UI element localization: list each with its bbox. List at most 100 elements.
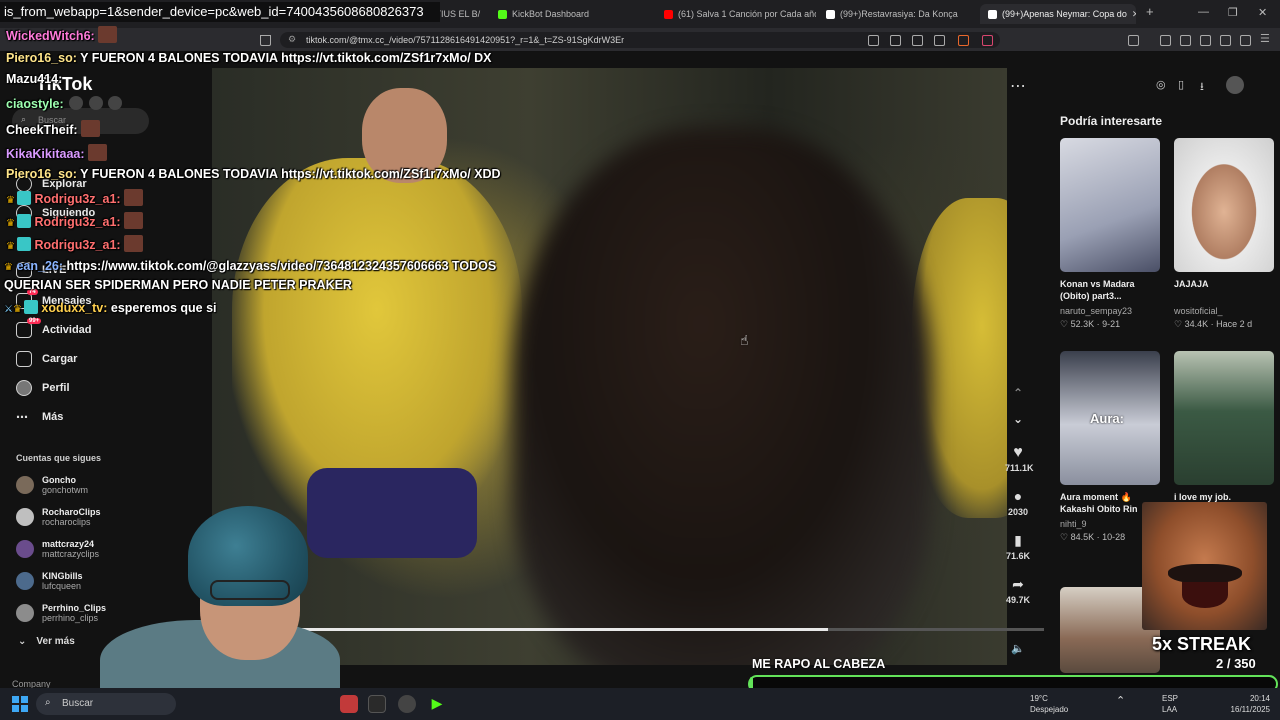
avatar[interactable]	[1226, 76, 1244, 94]
sidebar-item-perfil[interactable]: Perfil	[16, 378, 70, 398]
chat-username: Rodrigu3z_a1:	[34, 192, 121, 206]
following-item[interactable]: RocharoClips rocharoclips	[16, 502, 101, 532]
comment-button[interactable]: ● 2030	[1005, 488, 1031, 517]
share-button[interactable]: ➦ 49.7K	[1005, 576, 1031, 605]
browser-tab-4[interactable]: (99+)Restavrasiya: Da Konça	[818, 4, 978, 24]
recommended-video[interactable]: JAJAJA wositoficial_ ♡ 34.4K · Hace 2 d	[1174, 138, 1274, 330]
chat-emote-icon	[108, 96, 123, 110]
sidebar-item-cargar[interactable]: Cargar	[16, 349, 77, 369]
following-handle: lufcqueen	[42, 581, 82, 591]
rewards-icon[interactable]	[982, 35, 993, 46]
new-tab-button[interactable]: +	[1146, 4, 1154, 19]
share-arrow-icon: ➦	[1012, 576, 1024, 592]
video-more-options-icon[interactable]: ⋯	[1010, 76, 1026, 96]
kick-icon[interactable]: ▶	[428, 695, 446, 713]
menu-icon[interactable]: ☰	[1260, 32, 1271, 45]
crown-badge-icon: ♛	[6, 195, 15, 206]
like-button[interactable]: ♥ 711.1K	[1005, 444, 1034, 473]
chat-username: Piero16_so:	[6, 167, 77, 181]
save-button[interactable]: ▮ 71.6K	[1005, 532, 1031, 561]
nav-label: Más	[42, 411, 64, 423]
video-progress-bar[interactable]	[212, 628, 1044, 631]
recommended-video[interactable]: i love my job.	[1174, 351, 1274, 515]
chat-message: Mazu414:	[6, 72, 62, 86]
clock[interactable]: 20:14 16/11/2025	[1228, 693, 1270, 715]
hand-cursor-icon: ☝	[740, 332, 749, 348]
following-item[interactable]: Goncho gonchotwm	[16, 470, 88, 500]
download-icon[interactable]: ⭳	[1200, 78, 1204, 97]
weather-widget[interactable]: 19°C Despejado	[1030, 693, 1068, 715]
sidebar-item-actividad[interactable]: 99+ Actividad	[16, 318, 92, 340]
chat-username: ean_26:	[16, 259, 64, 273]
sub-badge-icon	[16, 191, 31, 205]
meme-mouth	[1182, 582, 1228, 608]
extensions-icon[interactable]	[1220, 35, 1231, 46]
youtube-favicon-icon	[664, 9, 673, 19]
windows-start-icon[interactable]	[12, 696, 28, 712]
chat-emote-icon	[87, 144, 107, 161]
split-view-icon[interactable]	[1180, 35, 1191, 46]
video-thumbnail	[1174, 138, 1274, 272]
maximize-icon[interactable]: ❐	[1228, 6, 1238, 19]
tab-close-icon[interactable]: ✕	[1132, 9, 1136, 20]
brave-shield-icon[interactable]	[958, 35, 969, 46]
music-icon[interactable]	[1160, 35, 1171, 46]
language-indicator[interactable]: ESP LAA	[1162, 693, 1178, 715]
vpn-icon[interactable]	[1240, 35, 1251, 46]
device-icon[interactable]: ▯	[1178, 78, 1184, 91]
profile-icon	[16, 380, 32, 396]
recommended-video[interactable]: Konan vs Madara (Obito) part3... naruto_…	[1060, 138, 1160, 330]
taskbar-search[interactable]: ⌕ Buscar	[36, 693, 176, 715]
close-window-icon[interactable]: ✕	[1258, 6, 1267, 19]
video-thumbnail: Aura:	[1060, 351, 1160, 485]
like-count: 711.1K	[1005, 463, 1034, 473]
browser-tab-2[interactable]: KickBot Dashboard	[490, 4, 650, 24]
site-info-icon[interactable]: ⚙	[288, 34, 296, 45]
following-name: KINGbills	[42, 571, 83, 581]
video-player[interactable]	[212, 68, 1007, 665]
tab-label: (61) Salva 1 Canción por Cada año	[678, 9, 816, 19]
browser-tab-active[interactable]: (99+)Apenas Neymar: Copa do ✕	[980, 4, 1136, 24]
scroll-down-icon[interactable]: ⌄	[1005, 412, 1031, 426]
tray-chevron-icon[interactable]: ⌃	[1116, 696, 1125, 707]
chat-text: esperemos que si	[107, 301, 217, 315]
chat-username: Rodrigu3z_a1:	[34, 215, 121, 229]
coins-icon[interactable]: ◎	[1156, 78, 1166, 91]
screenshot-icon[interactable]	[890, 35, 901, 46]
scroll-up-icon[interactable]: ⌃	[1005, 386, 1031, 400]
sidebar-toggle-icon[interactable]	[1128, 35, 1139, 46]
browser-tab-3[interactable]: (61) Salva 1 Canción por Cada año	[656, 4, 816, 24]
nav-label: Actividad	[42, 324, 92, 336]
sidebar-item-mas[interactable]: ⋯ Más	[16, 407, 63, 427]
top-action-icons: ◎ ▯ ⭳	[1150, 76, 1250, 96]
reader-icon[interactable]	[868, 35, 879, 46]
video-title: JAJAJA	[1174, 279, 1209, 289]
chat-message: ciaostyle:	[6, 96, 123, 111]
terminal-icon[interactable]	[368, 695, 386, 713]
sword-badge-icon: ⚔	[4, 304, 13, 315]
windows-taskbar: ⌕ Buscar ▶ 19°C Despejado ⌃ ESP LAA 20:1…	[0, 688, 1280, 720]
following-item[interactable]: Perrhino_Clips perrhino_clips	[16, 598, 106, 628]
goal-count: 2 / 350	[1216, 656, 1256, 671]
ver-mas-button[interactable]: ⌄ Ver más	[18, 636, 75, 647]
search-icon: ⌕	[45, 697, 51, 708]
following-item[interactable]: KINGbills lufcqueen	[16, 566, 83, 596]
volume-icon[interactable]: 🔈	[1005, 642, 1031, 655]
bookmark-icon[interactable]	[260, 35, 271, 46]
chat-emote-icon	[123, 212, 143, 229]
pen-icon[interactable]	[1200, 35, 1211, 46]
goal-label: ME RAPO AL CABEZA	[752, 657, 886, 671]
kick-favicon-icon	[498, 9, 507, 19]
app-icon[interactable]	[340, 695, 358, 713]
chat-message: KikaKikitaaa:	[6, 144, 107, 161]
minimize-icon[interactable]: —	[1198, 6, 1209, 18]
chat-username: KikaKikitaaa:	[6, 147, 85, 161]
following-item[interactable]: mattcrazy24 mattcrazyclips	[16, 534, 99, 564]
sub-badge-icon	[16, 237, 31, 251]
recommendations-title: Podría interesarte	[1060, 114, 1163, 128]
share-icon[interactable]	[934, 35, 945, 46]
translate-icon[interactable]	[912, 35, 923, 46]
nav-label: Perfil	[42, 382, 70, 394]
tiktok-favicon-icon	[988, 9, 997, 19]
obs-icon[interactable]	[398, 695, 416, 713]
